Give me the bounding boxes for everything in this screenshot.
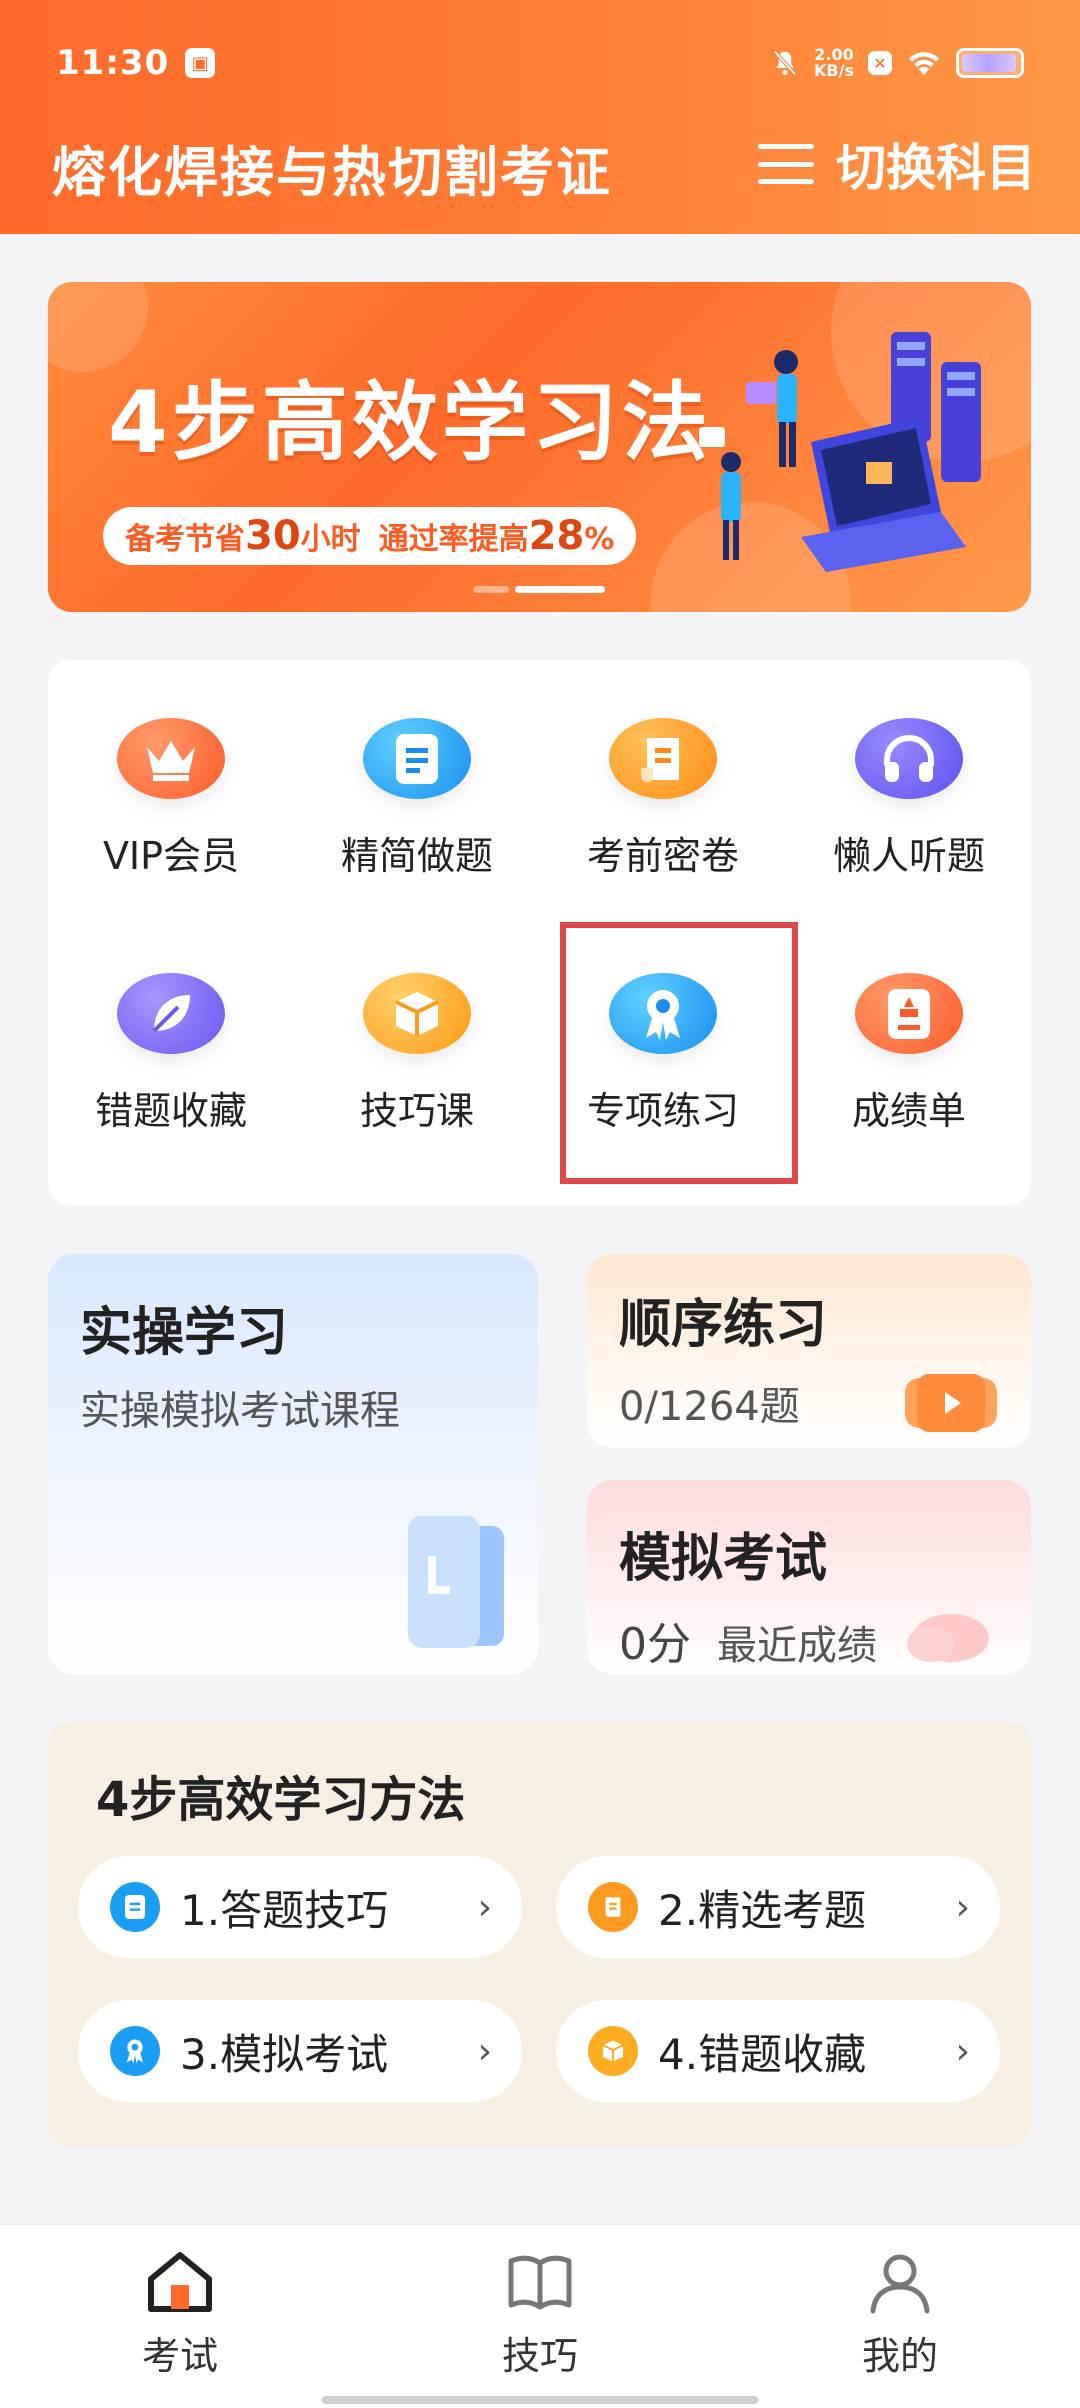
bottom-nav: 考试 技巧 我的: [0, 2224, 1080, 2408]
chevron-right-icon: ›: [477, 1886, 492, 1928]
grid-item-vip[interactable]: VIP会员: [48, 660, 294, 880]
scroll-icon: [588, 1882, 638, 1932]
menu-icon: [758, 144, 814, 184]
status-time: 11:30: [56, 43, 170, 83]
wifi-icon: [909, 52, 939, 75]
step-item-1[interactable]: 1.答题技巧 ›: [78, 1856, 522, 1958]
step-label: 2.精选考题: [658, 1885, 867, 1935]
notification-app-icon: ▣: [185, 48, 216, 78]
nav-item-mine[interactable]: 我的: [800, 2249, 1000, 2380]
certificate-icon: [855, 973, 963, 1054]
mute-bell-icon: [773, 50, 797, 76]
grid-item-lanren[interactable]: 懒人听题: [786, 660, 1032, 880]
pill-unit1: 小时: [300, 522, 361, 557]
shicao-card[interactable]: 实操学习 实操模拟考试课程: [48, 1254, 538, 1674]
chevron-right-icon: ›: [955, 2030, 970, 2072]
grid-label: VIP会员: [102, 834, 240, 878]
banner-pagination: [473, 586, 605, 593]
step-item-3[interactable]: 3.模拟考试 ›: [78, 2000, 522, 2102]
app-header: 11:30 ▣ 2.00 KB/s ✕ 熔化焊接与热切割考证 切换科目: [0, 0, 1080, 234]
grid-item-jiqiao[interactable]: 技巧课: [294, 915, 540, 1135]
feature-grid: VIP会员 精简做题 考前密卷 懒人听题 错题收藏 技巧课 专项练习 成绩单: [48, 660, 1031, 1205]
sim-x-icon: ✕: [868, 51, 892, 75]
headphones-icon: [855, 718, 963, 799]
grid-label: 技巧课: [359, 1089, 474, 1133]
shicao-subtitle: 实操模拟考试课程: [80, 1388, 400, 1434]
chevron-right-icon: ›: [955, 1886, 970, 1928]
person-icon: [870, 2254, 930, 2314]
grid-label: 精简做题: [340, 834, 493, 878]
laptop-illustration: [699, 332, 981, 572]
chevron-right-icon: ›: [477, 2030, 492, 2072]
step-label: 4.错题收藏: [658, 2029, 867, 2079]
grid-label: 错题收藏: [94, 1089, 247, 1133]
home-icon: [148, 2252, 212, 2312]
speed-unit: KB/s: [814, 61, 854, 80]
step-label: 3.模拟考试: [180, 2029, 389, 2079]
status-bar: 11:30 ▣ 2.00 KB/s ✕: [56, 38, 1024, 88]
study-method-section: 4步高效学习方法 1.答题技巧 › 2.精选考题 › 3.模拟考试 › 4.错题…: [48, 1722, 1031, 2147]
grid-item-chengji[interactable]: 成绩单: [786, 915, 1032, 1135]
leaf-icon: [117, 973, 225, 1054]
step-item-2[interactable]: 2.精选考题 ›: [556, 1856, 1000, 1958]
pill-unit2: %: [584, 522, 615, 557]
home-indicator: [322, 2396, 758, 2404]
nav-label: 技巧: [501, 2334, 578, 2378]
document-3d-icon: [408, 1516, 504, 1648]
grid-label: 成绩单: [851, 1089, 966, 1133]
mock-score: 0分: [619, 1619, 691, 1670]
nav-item-exam[interactable]: 考试: [80, 2249, 280, 2380]
order-practice-card[interactable]: 顺序练习 0/1264题: [587, 1254, 1031, 1448]
order-progress: 0/1264题: [619, 1384, 800, 1430]
pill-percent: 28: [528, 513, 585, 559]
promo-banner[interactable]: 4步高效学习法 备考节省30小时 通过率提高28%: [48, 282, 1031, 612]
book-icon: [508, 2255, 572, 2310]
document-icon: [363, 718, 471, 799]
pill-hours: 30: [245, 513, 301, 559]
mock-recent-label: 最近成绩: [717, 1623, 877, 1669]
order-title: 顺序练习: [619, 1295, 828, 1355]
pill-part1: 备考节省: [125, 522, 245, 557]
ribbon-badge-icon: [110, 2026, 160, 2076]
grid-label: 考前密卷: [586, 834, 739, 878]
mock-exam-card[interactable]: 模拟考试 0分 最近成绩: [587, 1480, 1031, 1674]
switch-subject-button[interactable]: 切换科目: [758, 128, 1036, 200]
page-title: 熔化焊接与热切割考证: [52, 141, 612, 204]
shicao-title: 实操学习: [80, 1303, 289, 1363]
grid-label: 懒人听题: [832, 834, 985, 878]
banner-stats-pill: 备考节省30小时 通过率提高28%: [103, 507, 637, 565]
cloud-decoration-icon: [907, 1614, 989, 1662]
highlight-box: [560, 922, 798, 1184]
box-icon: [588, 2026, 638, 2076]
switch-subject-label: 切换科目: [836, 139, 1036, 197]
scroll-icon: [609, 718, 717, 799]
document-icon: [110, 1882, 160, 1932]
grid-item-jingjian[interactable]: 精简做题: [294, 660, 540, 880]
study-method-title: 4步高效学习方法: [96, 1772, 466, 1828]
nav-label: 考试: [141, 2334, 218, 2378]
grid-item-miqiuan[interactable]: 考前密卷: [540, 660, 786, 880]
step-label: 1.答题技巧: [180, 1885, 389, 1935]
nav-label: 我的: [861, 2334, 938, 2378]
pill-part2: 通过率提高: [378, 522, 529, 557]
crown-icon: [117, 718, 225, 799]
step-item-4[interactable]: 4.错题收藏 ›: [556, 2000, 1000, 2102]
play-video-icon: [905, 1374, 997, 1432]
banner-title: 4步高效学习法: [108, 373, 712, 473]
battery-icon: [956, 48, 1024, 78]
mock-title: 模拟考试: [619, 1529, 828, 1589]
nav-item-skills[interactable]: 技巧: [440, 2249, 640, 2380]
box-icon: [363, 973, 471, 1054]
grid-item-cuoti[interactable]: 错题收藏: [48, 915, 294, 1135]
network-speed: 2.00 KB/s: [814, 47, 854, 79]
